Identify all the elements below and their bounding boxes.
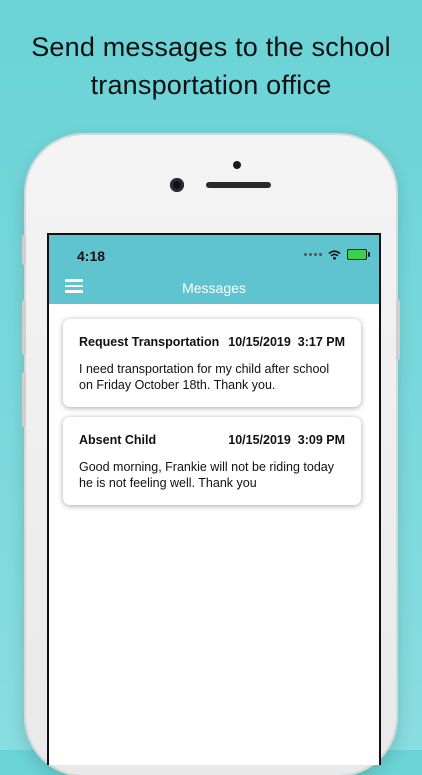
headline-line-1: Send messages to the school (31, 32, 391, 62)
message-body-line: on Friday October 18th. Thank you. (79, 378, 276, 392)
front-camera (170, 178, 184, 192)
screen-title: Messages (182, 280, 246, 296)
volume-down-button (22, 372, 26, 427)
message-card[interactable]: Absent Child 10/15/2019 3:09 PM Good mor… (63, 417, 361, 505)
status-indicators (304, 249, 370, 260)
power-button (396, 300, 400, 360)
message-subject: Request Transportation (79, 335, 220, 349)
message-card[interactable]: Request Transportation 10/15/2019 3:17 P… (63, 319, 361, 407)
signal-icon (304, 253, 322, 256)
app-header: 4:18 Messages (49, 235, 379, 304)
message-body-line: Good morning, Frankie will not be riding… (79, 460, 334, 474)
message-body: Good morning, Frankie will not be riding… (79, 459, 349, 491)
battery-icon (347, 249, 370, 260)
message-body-line: he is not feeling well. Thank you (79, 476, 257, 490)
message-body: I need transportation for my child after… (79, 361, 349, 393)
volume-up-button (22, 300, 26, 355)
message-header: Absent Child 10/15/2019 3:09 PM (79, 433, 345, 451)
headline-line-2: transportation office (90, 70, 332, 100)
mute-switch (22, 235, 26, 265)
status-time: 4:18 (77, 248, 106, 264)
message-subject: Absent Child (79, 433, 157, 447)
message-datetime: 10/15/2019 3:17 PM (228, 335, 345, 349)
promo-headline: Send messages to the school transportati… (0, 28, 422, 104)
message-datetime: 10/15/2019 3:09 PM (228, 433, 345, 447)
app-screen: 4:18 Messages Request Transportation 10/… (47, 233, 381, 765)
earpiece-speaker (206, 182, 271, 188)
message-body-line: I need transportation for my child after… (79, 362, 330, 376)
message-header: Request Transportation 10/15/2019 3:17 P… (79, 335, 345, 353)
proximity-sensor (233, 161, 241, 169)
wifi-icon (328, 249, 341, 260)
